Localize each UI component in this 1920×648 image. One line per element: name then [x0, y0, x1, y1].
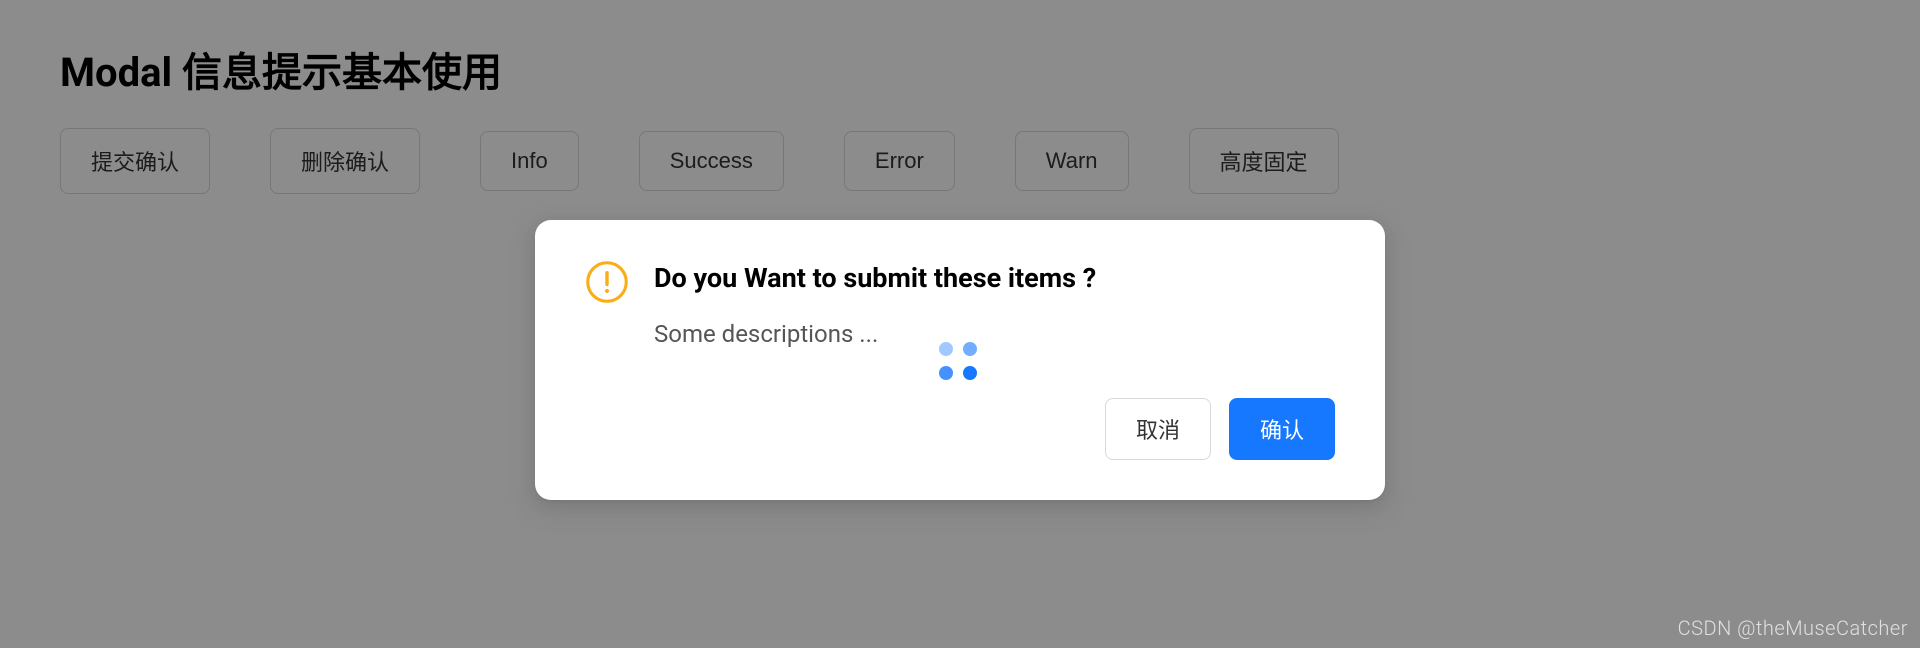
confirm-modal: Do you Want to submit these items ? Some…	[535, 220, 1385, 500]
cancel-button[interactable]: 取消	[1105, 398, 1211, 460]
modal-title: Do you Want to submit these items ?	[654, 260, 1335, 298]
modal-description: Some descriptions ...	[654, 320, 1335, 348]
loading-dot	[939, 366, 953, 380]
loading-spinner-icon	[939, 342, 981, 384]
modal-mask[interactable]: Do you Want to submit these items ? Some…	[0, 0, 1920, 648]
modal-footer: 取消 确认	[654, 398, 1335, 460]
loading-dot	[939, 342, 953, 356]
watermark: CSDN @theMuseCatcher	[1678, 616, 1908, 640]
modal-content: Do you Want to submit these items ? Some…	[654, 260, 1335, 460]
ok-button[interactable]: 确认	[1229, 398, 1335, 460]
loading-dot	[963, 342, 977, 356]
exclamation-circle-icon	[585, 260, 629, 304]
loading-dot	[963, 366, 977, 380]
